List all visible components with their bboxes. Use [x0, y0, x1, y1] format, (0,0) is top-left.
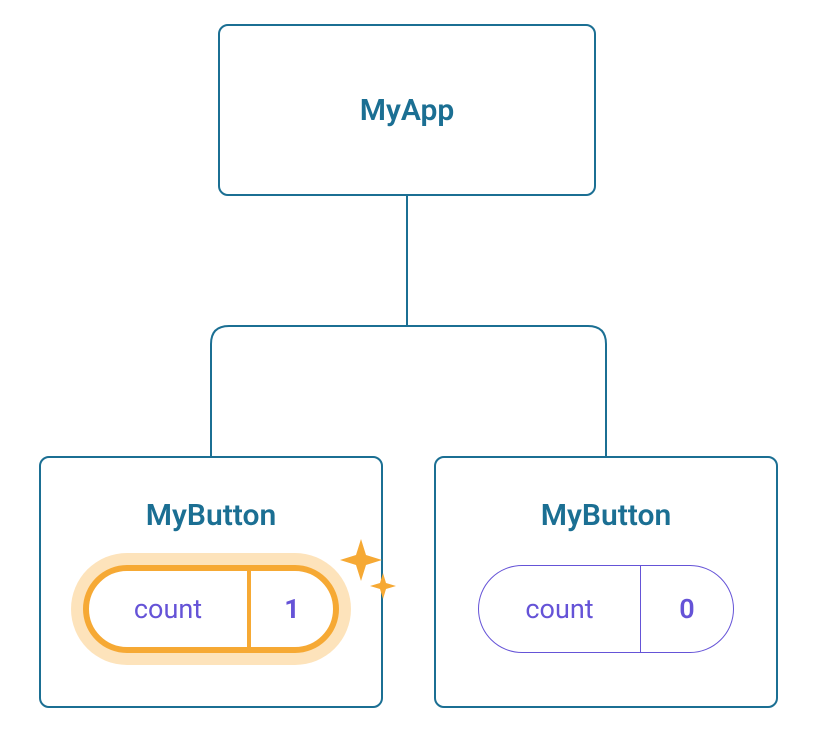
- state-value: 0: [641, 566, 733, 652]
- state-name: count: [479, 566, 641, 652]
- root-component-label: MyApp: [360, 93, 455, 128]
- state-pill: count 1: [83, 565, 339, 653]
- state-pill: count 0: [478, 565, 734, 653]
- child-component-node-right: MyButton count 0: [434, 456, 778, 708]
- component-tree-diagram: MyApp MyButton count 1 MyButton count 0: [0, 0, 814, 734]
- state-badge-highlighted: count 1: [83, 565, 339, 653]
- state-badge: count 0: [478, 565, 734, 653]
- root-component-node: MyApp: [218, 24, 596, 196]
- child-component-label: MyButton: [541, 498, 671, 533]
- child-component-label: MyButton: [146, 498, 276, 533]
- state-value: 1: [251, 571, 333, 647]
- child-component-node-left: MyButton count 1: [39, 456, 383, 708]
- state-name: count: [89, 571, 251, 647]
- sparkle-icon: [331, 535, 401, 615]
